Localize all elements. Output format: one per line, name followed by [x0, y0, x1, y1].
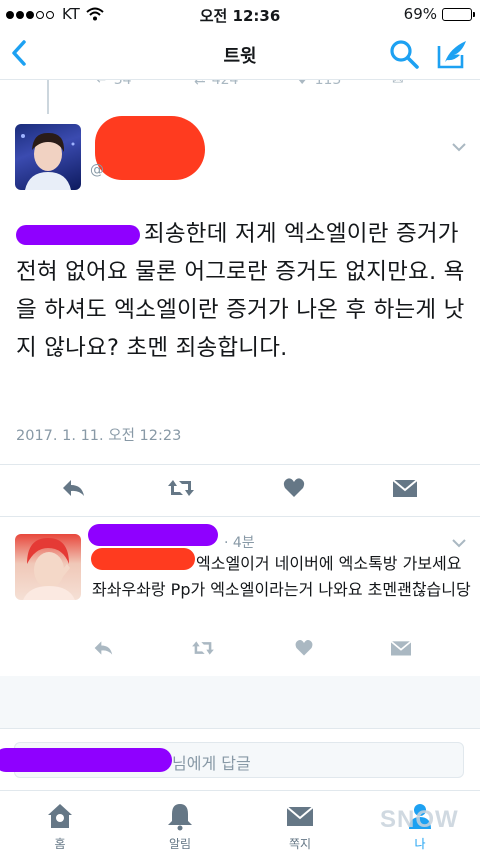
search-icon[interactable] [388, 38, 420, 70]
home-icon [48, 804, 72, 828]
compose-tweet-icon[interactable] [436, 38, 470, 70]
reply-time: · 4분 [224, 535, 255, 551]
previous-like-count: 113 [314, 80, 342, 88]
tweet-actions [0, 470, 480, 510]
battery-status: 69% [403, 5, 475, 23]
chevron-down-icon[interactable] [451, 142, 467, 152]
previous-tweet-actions: ↩ 34 ⇄ 424 ♥ 113 ✉ [0, 80, 480, 94]
reply-icon[interactable] [92, 638, 114, 658]
reply-tweet-actions [0, 638, 480, 668]
retweet-icon: ⇄ [194, 80, 206, 88]
tab-notifications-label: 알림 [168, 837, 192, 851]
previous-reply-count: 34 [113, 80, 132, 88]
heart-icon[interactable] [282, 476, 306, 500]
bell-icon [168, 804, 192, 831]
tweet-text: 죄송한데 저게 엑소엘이란 증거가 전혀 없어요 물론 어그로란 증거도 없지만… [16, 215, 466, 367]
previous-reply-action[interactable]: ↩ 34 [96, 80, 132, 88]
avatar-person-icon [23, 538, 75, 600]
tab-home[interactable]: 홈 [12, 791, 108, 854]
previous-dm-action[interactable]: ✉ [392, 80, 404, 88]
reply-icon: ↩ [96, 80, 108, 88]
divider [0, 728, 480, 729]
snow-watermark: SNOW [380, 806, 459, 833]
mail-icon [286, 806, 314, 826]
redacted-reply-target [0, 748, 172, 772]
chevron-down-icon[interactable] [451, 538, 467, 548]
reply-avatar[interactable] [15, 534, 81, 600]
battery-icon [442, 7, 475, 21]
previous-retweet-action[interactable]: ⇄ 424 [194, 80, 238, 88]
tab-notifications[interactable]: 알림 [132, 791, 228, 854]
tab-messages[interactable]: 쪽지 [252, 791, 348, 854]
tab-me-label: 나 [414, 837, 426, 851]
divider [0, 516, 480, 517]
reply-input-placeholder: 님에게 답글 [172, 754, 251, 773]
redacted-mention[interactable] [16, 224, 140, 245]
mail-icon[interactable] [392, 476, 418, 500]
previous-retweet-count: 424 [211, 80, 239, 88]
divider [0, 464, 480, 465]
navigation-bar: 트윗 [0, 28, 480, 80]
screen: KT 오전 12:36 69% 트윗 ↩ 34 ⇄ 424 ♥ 113 ✉ @ … [0, 0, 480, 854]
avatar[interactable] [15, 124, 81, 190]
redacted-reply-name [88, 524, 218, 546]
previous-like-action[interactable]: ♥ 113 [296, 80, 341, 88]
retweet-icon[interactable] [166, 476, 196, 500]
heart-icon: ♥ [296, 80, 309, 88]
avatar-person-icon [21, 132, 75, 190]
tab-messages-label: 쪽지 [288, 837, 312, 851]
mail-icon: ✉ [392, 80, 404, 88]
status-bar: KT 오전 12:36 69% [0, 0, 480, 28]
mail-icon[interactable] [390, 638, 412, 658]
heart-icon[interactable] [294, 638, 314, 658]
timeline-gap [0, 676, 480, 728]
reply-icon[interactable] [60, 476, 86, 500]
tab-home-label: 홈 [54, 837, 66, 851]
battery-percent: 69% [403, 5, 437, 23]
retweet-icon[interactable] [190, 638, 216, 658]
handle-prefix: @ [90, 162, 104, 178]
redacted-display-name [95, 116, 205, 180]
redacted-reply-handle [91, 548, 195, 570]
tweet-timestamp: 2017. 1. 11. 오전 12:23 [16, 428, 182, 444]
